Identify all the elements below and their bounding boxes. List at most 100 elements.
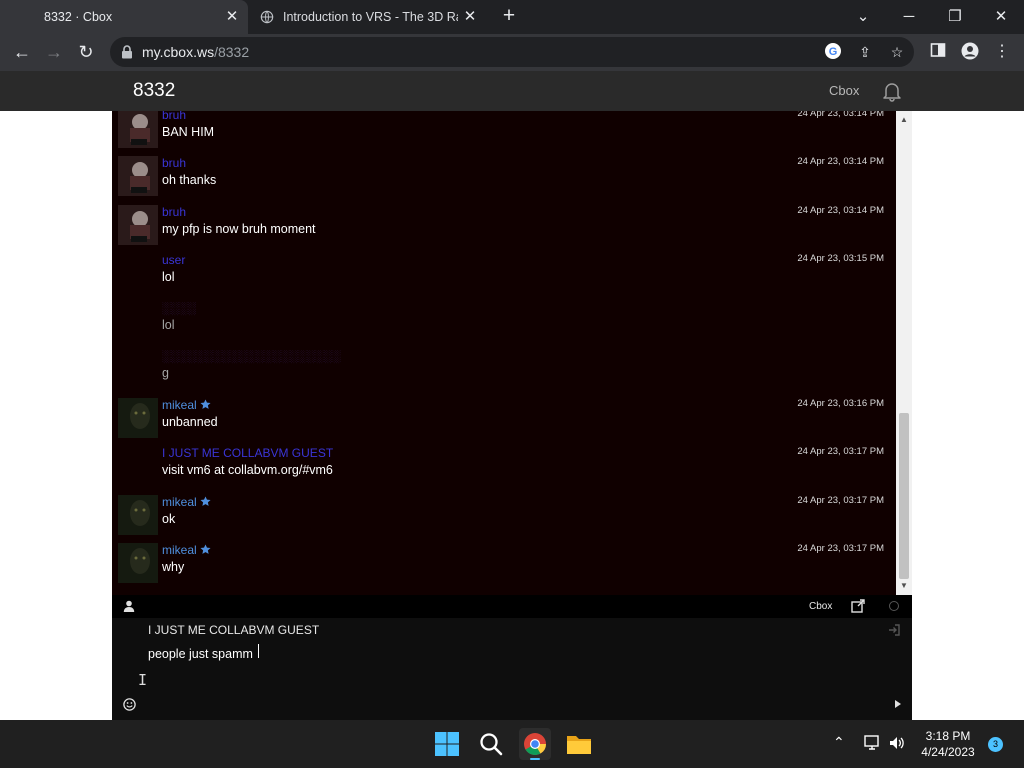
lock-icon bbox=[122, 45, 132, 59]
chat-message: ░░░░░░░░░░░░░░░░░░░░░ g bbox=[112, 349, 896, 397]
reload-icon[interactable]: ↻ bbox=[73, 40, 99, 66]
back-icon[interactable]: ← bbox=[9, 40, 35, 66]
message-author[interactable]: bruh bbox=[162, 156, 186, 170]
message-text: lol bbox=[162, 270, 175, 284]
message-author[interactable]: ░░░░ bbox=[162, 301, 196, 315]
message-text: unbanned bbox=[162, 415, 218, 429]
status-circle-icon[interactable] bbox=[889, 601, 899, 611]
send-arrow-icon[interactable] bbox=[893, 699, 903, 709]
message-timestamp: 24 Apr 23, 03:15 PM bbox=[797, 253, 884, 264]
show-hidden-icons-icon[interactable]: ⌃ bbox=[833, 734, 845, 751]
message-text: oh thanks bbox=[162, 173, 217, 187]
kebab-menu-icon[interactable]: ⋮ bbox=[992, 42, 1012, 62]
tab-cbox[interactable]: 8332 · Cbox ✕ bbox=[0, 0, 248, 34]
message-author[interactable]: mikeal bbox=[162, 495, 211, 509]
tab-vrs[interactable]: Introduction to VRS - The 3D Rac ✕ bbox=[250, 0, 486, 34]
scroll-thumb[interactable] bbox=[899, 413, 909, 579]
chat-box: bruh BAN HIM 24 Apr 23, 03:14 PM bruh oh… bbox=[112, 111, 912, 720]
message-author[interactable]: mikeal bbox=[162, 543, 211, 557]
windows-start-icon[interactable] bbox=[431, 728, 463, 760]
clock-date: 4/24/2023 bbox=[921, 745, 975, 759]
chat-message: user lol 24 Apr 23, 03:15 PM bbox=[112, 253, 896, 301]
message-author[interactable]: user bbox=[162, 253, 185, 267]
search-icon[interactable] bbox=[475, 728, 507, 760]
address-bar[interactable]: my.cbox.ws/8332 G ⇪ ☆ bbox=[110, 37, 914, 67]
cbox-brand-link[interactable]: Cbox bbox=[809, 601, 832, 612]
chat-message: mikeal unbanned 24 Apr 23, 03:16 PM bbox=[112, 398, 896, 446]
chat-toolbar: Cbox bbox=[112, 595, 912, 618]
url-text: my.cbox.ws/8332 bbox=[142, 44, 250, 60]
message-timestamp: 24 Apr 23, 03:17 PM bbox=[797, 446, 884, 457]
bookmark-star-icon[interactable]: ☆ bbox=[887, 42, 907, 62]
message-author[interactable]: ░░░░░░░░░░░░░░░░░░░░░ bbox=[162, 349, 341, 363]
sidebar-icon[interactable] bbox=[928, 42, 948, 62]
avatar[interactable] bbox=[118, 156, 158, 196]
taskbar-clock[interactable]: 3:18 PM 4/24/2023 bbox=[916, 728, 980, 760]
smiley-icon[interactable] bbox=[123, 698, 136, 711]
message-author[interactable]: bruh bbox=[162, 111, 186, 122]
message-timestamp: 24 Apr 23, 03:14 PM bbox=[797, 111, 884, 119]
message-text: BAN HIM bbox=[162, 125, 215, 139]
text-cursor-icon: I bbox=[138, 671, 148, 689]
notification-badge[interactable]: 3 bbox=[988, 737, 1003, 752]
file-explorer-icon[interactable] bbox=[563, 728, 595, 760]
scroll-up-icon[interactable]: ▲ bbox=[896, 113, 912, 127]
chat-message: bruh BAN HIM 24 Apr 23, 03:14 PM bbox=[112, 111, 896, 156]
tab-title: Introduction to VRS - The 3D Rac bbox=[283, 10, 458, 24]
message-text: why bbox=[162, 560, 185, 574]
close-window-button[interactable]: ✕ bbox=[988, 4, 1014, 30]
star-icon bbox=[200, 496, 211, 506]
bell-icon[interactable] bbox=[880, 79, 904, 103]
page: 8332 Cbox bruh BAN HIM 24 Apr 23, 03:14 … bbox=[0, 71, 1024, 720]
chat-message: bruh oh thanks 24 Apr 23, 03:14 PM bbox=[112, 156, 896, 204]
chat-message: mikeal ok 24 Apr 23, 03:17 PM bbox=[112, 495, 896, 543]
avatar[interactable] bbox=[118, 398, 158, 438]
chat-message: mikeal why 24 Apr 23, 03:17 PM bbox=[112, 543, 896, 591]
message-text: my pfp is now bruh moment bbox=[162, 222, 316, 236]
chat-message: ░░░░ lol bbox=[112, 301, 896, 349]
avatar[interactable] bbox=[118, 111, 158, 148]
avatar[interactable] bbox=[118, 495, 158, 535]
message-timestamp: 24 Apr 23, 03:16 PM bbox=[797, 398, 884, 409]
chat-message: I JUST ME COLLABVM GUEST visit vm6 at co… bbox=[112, 446, 896, 494]
profile-icon[interactable] bbox=[960, 42, 980, 62]
volume-icon[interactable] bbox=[888, 735, 906, 751]
restore-button[interactable]: ❐ bbox=[942, 4, 968, 30]
message-author[interactable]: mikeal bbox=[162, 398, 211, 412]
message-author[interactable]: I JUST ME COLLABVM GUEST bbox=[162, 446, 333, 460]
message-timestamp: 24 Apr 23, 03:14 PM bbox=[797, 205, 884, 216]
network-icon[interactable] bbox=[863, 735, 881, 751]
avatar[interactable] bbox=[118, 205, 158, 245]
message-list: bruh BAN HIM 24 Apr 23, 03:14 PM bruh oh… bbox=[112, 111, 896, 595]
sign-in-icon[interactable] bbox=[888, 624, 900, 636]
chrome-icon[interactable] bbox=[519, 728, 551, 760]
star-icon bbox=[200, 399, 211, 409]
message-timestamp: 24 Apr 23, 03:17 PM bbox=[797, 543, 884, 554]
message-author[interactable]: bruh bbox=[162, 205, 186, 219]
message-text: visit vm6 at collabvm.org/#vm6 bbox=[162, 463, 333, 477]
message-input[interactable] bbox=[148, 644, 848, 664]
tab-title: 8332 · Cbox bbox=[44, 10, 113, 24]
avatar[interactable] bbox=[118, 543, 158, 583]
share-icon[interactable]: ⇪ bbox=[855, 42, 875, 62]
minimize-button[interactable]: ─ bbox=[896, 4, 922, 30]
page-title: 8332 bbox=[133, 80, 176, 101]
tab-search-icon[interactable]: ⌄ bbox=[850, 4, 876, 30]
new-tab-button[interactable]: + bbox=[498, 5, 520, 28]
user-icon[interactable] bbox=[123, 600, 135, 612]
guest-name-label[interactable]: I JUST ME COLLABVM GUEST bbox=[148, 623, 319, 637]
browser-toolbar: ← → ↻ my.cbox.ws/8332 G ⇪ ☆ ⋮ bbox=[0, 34, 1024, 71]
text-caret bbox=[258, 644, 259, 658]
forward-icon[interactable]: → bbox=[41, 40, 67, 66]
site-header: 8332 Cbox bbox=[0, 71, 1024, 111]
google-lens-icon[interactable]: G bbox=[823, 42, 843, 62]
close-tab-icon[interactable]: ✕ bbox=[462, 9, 478, 25]
close-tab-icon[interactable]: ✕ bbox=[224, 9, 240, 25]
message-timestamp: 24 Apr 23, 03:14 PM bbox=[797, 156, 884, 167]
browser-tab-bar: 8332 · Cbox ✕ Introduction to VRS - The … bbox=[0, 0, 1024, 34]
scroll-down-icon[interactable]: ▼ bbox=[896, 579, 912, 593]
cbox-nav-link[interactable]: Cbox bbox=[829, 83, 859, 98]
clock-time: 3:18 PM bbox=[925, 729, 971, 743]
popout-icon[interactable] bbox=[851, 599, 865, 613]
message-scrollbar[interactable]: ▲ ▼ bbox=[896, 111, 912, 595]
